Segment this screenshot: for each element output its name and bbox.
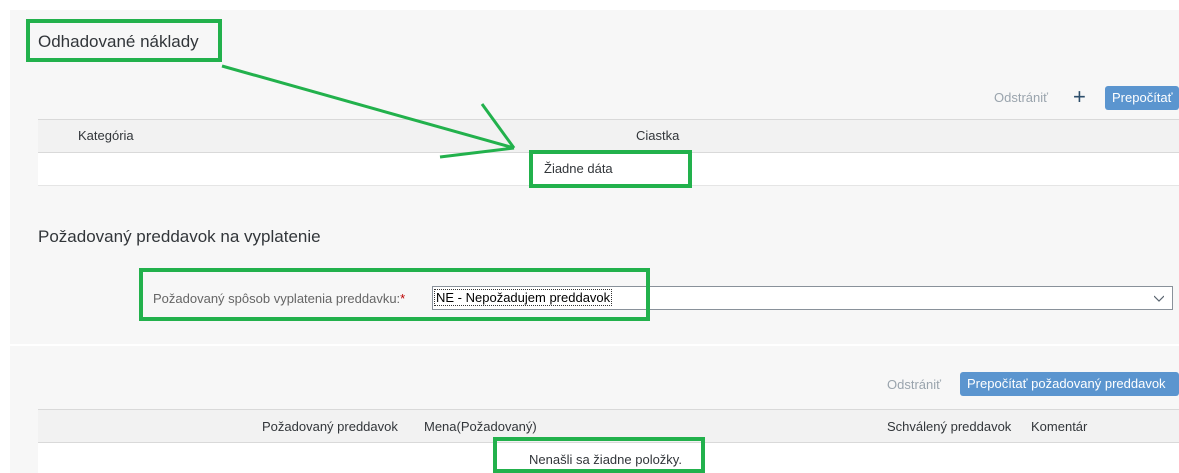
recalculate-button[interactable]: Prepočítať (1105, 86, 1179, 110)
estimated-costs-title: Odhadované náklady (38, 32, 199, 51)
requested-advance-title: Požadovaný preddavok na vyplatenie (38, 227, 321, 246)
costs-empty-message: Žiadne dáta (544, 161, 613, 176)
column-header-amount[interactable]: Ciastka (636, 128, 679, 143)
column-header-comment[interactable]: Komentár (1031, 419, 1087, 434)
advances-table-header: Požadovaný preddavok Mena(Požadovaný) Sc… (38, 409, 1179, 443)
plus-icon[interactable]: + (1073, 86, 1086, 108)
chevron-down-icon[interactable] (1154, 293, 1164, 303)
remove-cost-button[interactable]: Odstrániť (994, 90, 1048, 105)
recalculate-advance-button[interactable]: Prepočítať požadovaný preddavok (960, 372, 1179, 396)
requested-advance-panel (10, 202, 1179, 344)
advances-table-body: Nenašli sa žiadne položky. (38, 443, 1179, 473)
column-header-requested-advance[interactable]: Požadovaný preddavok (262, 419, 398, 434)
required-mark: * (400, 291, 406, 306)
costs-table-header: Kategória Ciastka (38, 119, 1179, 153)
payment-method-label: Požadovaný spôsob vyplatenia preddavku:* (153, 291, 405, 306)
payment-method-label-text: Požadovaný spôsob vyplatenia preddavku: (153, 291, 401, 306)
payment-method-value: NE - Nepožadujem preddavok (433, 289, 613, 306)
column-header-category[interactable]: Kategória (78, 128, 134, 143)
payment-method-select[interactable]: NE - Nepožadujem preddavok (432, 286, 1173, 310)
costs-table-body: Žiadne dáta (38, 153, 1179, 186)
remove-advance-button[interactable]: Odstrániť (887, 377, 941, 392)
advances-empty-message: Nenašli sa žiadne položky. (529, 452, 682, 467)
column-header-approved-advance[interactable]: Schválený preddavok (887, 419, 1011, 434)
column-header-currency[interactable]: Mena(Požadovaný) (424, 419, 537, 434)
